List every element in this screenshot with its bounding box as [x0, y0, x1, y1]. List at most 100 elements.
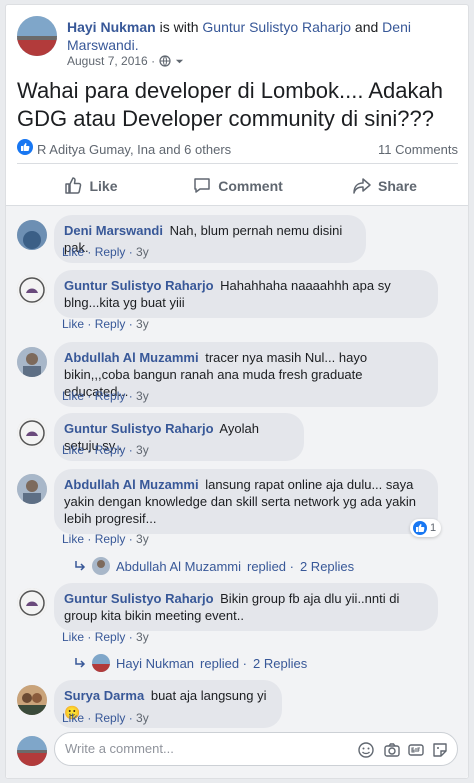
gif-icon[interactable] [407, 741, 425, 759]
like-button[interactable]: Like [17, 168, 164, 204]
comment-composer [17, 732, 458, 768]
comments-count[interactable]: 11 Comments [378, 142, 458, 157]
separator: · [125, 317, 137, 331]
separator: · [125, 245, 137, 259]
comment: Surya Darma buat aja langsung yi 🙂 Like … [17, 680, 458, 735]
comment-reply-link[interactable]: Reply [95, 532, 126, 546]
comment-time[interactable]: 3y [136, 443, 149, 457]
separator: · [84, 532, 95, 546]
post-actions: Like Comment Share [17, 168, 458, 204]
comment: Guntur Sulistyo Raharjo Ayolah setuju sy… [17, 413, 458, 468]
comment-time[interactable]: 3y [136, 317, 149, 331]
comment-like-link[interactable]: Like [62, 389, 84, 403]
comment: Abdullah Al Muzammi lansung rapat online… [17, 469, 458, 581]
reply-arrow-icon [75, 561, 86, 571]
separator: · [84, 317, 95, 331]
comment-reactions[interactable]: 1 [410, 519, 442, 537]
comment-time[interactable]: 3y [136, 245, 149, 259]
sticker-icon[interactable] [431, 741, 449, 759]
tagged-user-1[interactable]: Guntur Sulistyo Raharjo [202, 19, 351, 35]
replier-avatar [92, 557, 110, 575]
comment-reply-link[interactable]: Reply [95, 245, 126, 259]
author-line: Hayi Nukman is with Guntur Sulistyo Raha… [67, 18, 457, 54]
commenter-avatar[interactable] [17, 474, 47, 504]
comment-time[interactable]: 3y [136, 389, 149, 403]
comment-reply-link[interactable]: Reply [95, 630, 126, 644]
replied-text: replied · [200, 655, 247, 671]
commenter-name[interactable]: Guntur Sulistyo Raharjo [64, 421, 214, 436]
comment-like-link[interactable]: Like [62, 532, 84, 546]
globe-icon[interactable] [159, 55, 171, 67]
separator: · [125, 711, 137, 725]
comment-like-link[interactable]: Like [62, 245, 84, 259]
replier-name: Abdullah Al Muzammi [116, 558, 241, 574]
comment: Guntur Sulistyo Raharjo Bikin group fb a… [17, 583, 458, 678]
with-text: is with [159, 19, 199, 35]
separator: · [84, 443, 95, 457]
separator: · [125, 630, 137, 644]
commenter-avatar[interactable] [17, 275, 47, 305]
author-name[interactable]: Hayi Nukman [67, 19, 156, 35]
comment-actions: Like · Reply · 3y [62, 245, 149, 259]
view-replies-link[interactable]: Abdullah Al Muzammi replied · 2 Replies [74, 557, 354, 575]
post-date[interactable]: August 7, 2016 · [67, 54, 155, 68]
comment-actions: Like · Reply · 3y [62, 443, 149, 457]
comment-time[interactable]: 3y [136, 532, 149, 546]
post-card: Hayi Nukman is with Guntur Sulistyo Raha… [5, 4, 469, 779]
reply-arrow-icon [75, 658, 86, 668]
comment-reply-link[interactable]: Reply [95, 711, 126, 725]
separator: · [125, 532, 137, 546]
comment-label: Comment [218, 178, 283, 194]
comment-bubble: Guntur Sulistyo Raharjo Bikin group fb a… [54, 583, 438, 631]
divider [6, 205, 468, 206]
like-reaction-icon[interactable] [17, 138, 33, 155]
comment-like-link[interactable]: Like [62, 443, 84, 457]
commenter-avatar[interactable] [17, 347, 47, 377]
reaction-count: 1 [430, 522, 437, 534]
commenter-avatar[interactable] [17, 588, 47, 618]
commenter-name[interactable]: Guntur Sulistyo Raharjo [64, 278, 214, 293]
view-replies-link[interactable]: Hayi Nukman replied · 2 Replies [74, 654, 307, 672]
separator: · [84, 245, 95, 259]
comments-section: Deni Marswandi Nah, blum pernah nemu dis… [6, 205, 468, 778]
comment-actions: Like · Reply · 3y [62, 532, 149, 546]
comment-actions: Like · Reply · 3y [62, 711, 149, 725]
post-text: Wahai para developer di Lombok.... Adaka… [17, 78, 444, 131]
replier-name: Hayi Nukman [116, 655, 195, 671]
share-label: Share [378, 178, 417, 194]
my-avatar [17, 736, 47, 766]
comment-time[interactable]: 3y [136, 630, 149, 644]
share-button[interactable]: Share [311, 168, 458, 204]
commenter-avatar[interactable] [17, 685, 47, 715]
commenter-name[interactable]: Deni Marswandi [64, 223, 163, 238]
comment-input[interactable] [65, 741, 325, 756]
post-header: Hayi Nukman is with Guntur Sulistyo Raha… [17, 16, 458, 76]
comment-input-box[interactable] [54, 732, 458, 766]
chevron-down-icon[interactable] [175, 57, 184, 66]
thumbs-up-icon [65, 177, 82, 194]
replies-count: 2 Replies [253, 655, 308, 671]
replies-count: 2 Replies [299, 558, 355, 574]
commenter-name[interactable]: Surya Darma [64, 688, 144, 703]
author-avatar[interactable] [17, 16, 57, 56]
emoji-icon[interactable] [357, 741, 375, 759]
reactions-row: R Aditya Gumay, Ina and 6 others 11 Comm… [17, 138, 458, 160]
commenter-name[interactable]: Abdullah Al Muzammi [64, 350, 199, 365]
comment-button[interactable]: Comment [164, 168, 311, 204]
comment-like-link[interactable]: Like [62, 317, 84, 331]
comment-like-link[interactable]: Like [62, 711, 84, 725]
comment-reply-link[interactable]: Reply [95, 389, 126, 403]
comment-reply-link[interactable]: Reply [95, 443, 126, 457]
commenter-avatar[interactable] [17, 418, 47, 448]
commenter-name[interactable]: Guntur Sulistyo Raharjo [64, 591, 214, 606]
camera-icon[interactable] [383, 741, 401, 759]
commenter-name[interactable]: Abdullah Al Muzammi [64, 477, 199, 492]
comment-like-link[interactable]: Like [62, 630, 84, 644]
reactors-text[interactable]: R Aditya Gumay, Ina and 6 others [37, 142, 231, 157]
replier-avatar [92, 654, 110, 672]
comment-time[interactable]: 3y [136, 711, 149, 725]
comment-reply-link[interactable]: Reply [95, 317, 126, 331]
separator: · [84, 389, 95, 403]
separator: · [84, 630, 95, 644]
commenter-avatar[interactable] [17, 220, 47, 250]
